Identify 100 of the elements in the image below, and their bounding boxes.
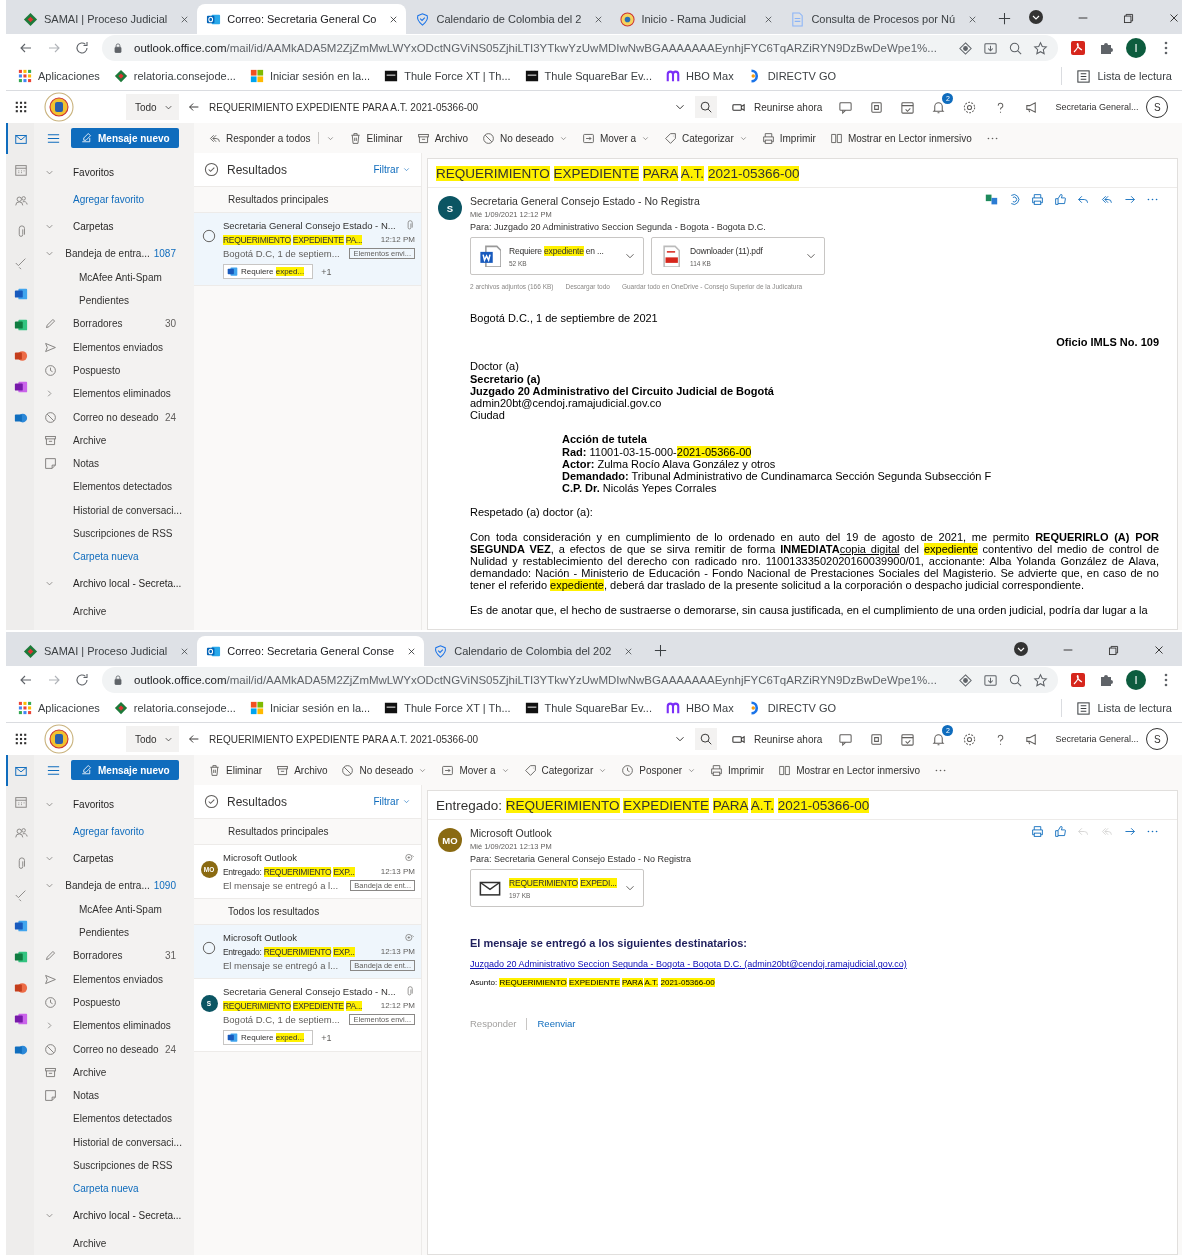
section-header[interactable]: Favoritos bbox=[34, 789, 194, 820]
reload-icon[interactable] bbox=[74, 672, 90, 688]
app-launcher-icon[interactable] bbox=[14, 100, 28, 114]
settings-icon[interactable] bbox=[962, 99, 978, 115]
restore-icon[interactable] bbox=[1122, 12, 1136, 25]
folder-item[interactable]: Elementos enviados bbox=[34, 967, 194, 991]
folder-item[interactable]: Historial de conversaci... bbox=[34, 498, 194, 522]
search-field[interactable]: REQUERIMIENTO EXPEDIENTE PARA A.T. 2021-05366-00 bbox=[179, 726, 717, 752]
browser-tab[interactable]: Correo: Secretaria General Conse bbox=[197, 636, 425, 666]
printer-icon[interactable] bbox=[1031, 193, 1044, 206]
install-icon[interactable] bbox=[983, 40, 998, 56]
bookmark-link[interactable]: Aplicaciones bbox=[18, 69, 100, 83]
calendar-check-icon[interactable] bbox=[900, 99, 916, 115]
loop-icon[interactable] bbox=[1008, 193, 1021, 206]
bell-icon[interactable] bbox=[931, 731, 947, 747]
star-icon[interactable] bbox=[1033, 672, 1048, 688]
bookmark-link[interactable]: DIRECTV GO bbox=[747, 701, 837, 715]
bell-icon[interactable] bbox=[931, 99, 947, 115]
chat-icon[interactable] bbox=[838, 99, 854, 115]
folder-link[interactable]: Agregar favorito bbox=[34, 188, 194, 212]
bookmark-link[interactable]: Iniciar sesión en la... bbox=[249, 701, 371, 715]
forward-icon[interactable] bbox=[1123, 825, 1136, 838]
folder-item[interactable]: Correo no deseado 24 bbox=[34, 1037, 194, 1061]
new-message-button[interactable]: Mensaje nuevo bbox=[71, 128, 179, 148]
calendar-check-icon[interactable] bbox=[900, 731, 916, 747]
bookmark-link[interactable]: Thule SquareBar Ev... bbox=[524, 69, 652, 83]
back-arrow-icon[interactable] bbox=[187, 100, 201, 114]
reply-all-button[interactable]: Responder a todos bbox=[208, 131, 335, 145]
meet-now-button[interactable]: Reunirse ahora bbox=[731, 99, 823, 115]
bookmark-link[interactable]: Thule Force XT | Th... bbox=[384, 69, 511, 83]
pdf-icon[interactable] bbox=[1070, 672, 1086, 688]
folder-item[interactable]: Borradores 30 bbox=[34, 312, 194, 336]
filter-button[interactable]: Filtrar bbox=[373, 796, 411, 807]
folder-item[interactable]: Suscripciones de RSS bbox=[34, 1153, 194, 1178]
print-button[interactable]: Imprimir bbox=[710, 763, 765, 777]
office-icon[interactable] bbox=[869, 731, 885, 747]
scope-dropdown[interactable]: Todo bbox=[126, 94, 179, 120]
folder-item[interactable]: Notas bbox=[34, 451, 194, 476]
new-message-button[interactable]: Mensaje nuevo bbox=[71, 760, 179, 780]
folder-item[interactable]: Notas bbox=[34, 1083, 194, 1108]
back-arrow-icon[interactable] bbox=[187, 732, 201, 746]
address-bar[interactable]: outlook.office.com/mail/id/AAMkADA5M2ZjZmMwLWYxODctNGViNS05ZjhiLTI3YTkwYzUwMDIwNwBGAAAAAAAEynhjFYC6TqARZiRYN9DzBwDeWpe1%... bbox=[102, 35, 1058, 61]
bookmark-link[interactable]: Iniciar sesión en la... bbox=[249, 69, 371, 83]
bookmark-link[interactable]: Thule Force XT | Th... bbox=[384, 701, 511, 715]
install-icon[interactable] bbox=[983, 672, 998, 688]
profile-avatar[interactable]: I bbox=[1126, 670, 1146, 690]
delete-button[interactable]: Eliminar bbox=[208, 763, 263, 777]
thumbs-up-icon[interactable] bbox=[1054, 825, 1067, 838]
browser-tab[interactable]: SAMAI | Proceso Judicial bbox=[14, 4, 198, 34]
print-button[interactable]: Imprimir bbox=[761, 131, 816, 145]
folder-item[interactable]: Correo no deseado 24 bbox=[34, 405, 194, 429]
folder-item[interactable]: Bandeja de entra... 1090 bbox=[34, 874, 194, 898]
bookmark-link[interactable]: relatoria.consejode... bbox=[113, 69, 236, 83]
folder-item[interactable]: Historial de conversaci... bbox=[34, 1130, 194, 1154]
search-button[interactable] bbox=[695, 728, 717, 750]
radio-button-icon[interactable] bbox=[202, 229, 216, 243]
folder-link[interactable]: Agregar favorito bbox=[34, 820, 194, 844]
folder-item[interactable]: Archive bbox=[34, 1231, 194, 1255]
pdf-icon[interactable] bbox=[1070, 40, 1086, 56]
browser-tab[interactable]: Calendario de Colombia del 2 bbox=[406, 4, 612, 34]
bookmark-link[interactable]: HBO Max bbox=[665, 69, 734, 83]
meet-now-button[interactable]: Reunirse ahora bbox=[731, 731, 823, 747]
bookmark-link[interactable]: Thule SquareBar Ev... bbox=[524, 701, 652, 715]
reply-all-icon[interactable] bbox=[1100, 193, 1113, 206]
profile-avatar[interactable]: I bbox=[1126, 38, 1146, 58]
junk-button[interactable]: No deseado bbox=[482, 131, 568, 145]
folder-item[interactable]: McAfee Anti-Spam bbox=[34, 897, 194, 921]
forward-link[interactable]: Reenviar bbox=[537, 1018, 576, 1030]
folder-item[interactable]: Suscripciones de RSS bbox=[34, 521, 194, 546]
browser-tab[interactable]: Correo: Secretaria General Co bbox=[197, 4, 407, 34]
magnifier-icon[interactable] bbox=[1008, 672, 1023, 688]
browser-tab[interactable]: Calendario de Colombia del 202 bbox=[424, 636, 642, 666]
magnifier-icon[interactable] bbox=[1008, 40, 1023, 56]
folder-item[interactable]: Pendientes bbox=[34, 288, 194, 313]
folder-item[interactable]: Pendientes bbox=[34, 920, 194, 945]
plus-icon[interactable] bbox=[997, 11, 1013, 26]
diamond-eye-icon[interactable] bbox=[958, 40, 973, 56]
recipient-link[interactable]: Juzgado 20 Administrativo Seccion Segunda - Bogota - Bogota D.C. (admin20bt@cendoj.ramajudicial.gov.co) bbox=[470, 958, 1159, 971]
bookmark-link[interactable]: DIRECTV GO bbox=[747, 69, 837, 83]
attachment-chip[interactable]: Requiere exped... bbox=[223, 264, 314, 279]
folder-item[interactable]: Elementos detectados bbox=[34, 1107, 194, 1131]
section-header[interactable]: Archivo local - Secreta... bbox=[34, 1200, 194, 1232]
section-header[interactable]: Favoritos bbox=[34, 157, 194, 188]
folder-item[interactable]: Archive bbox=[34, 599, 194, 623]
browser-tab[interactable]: Inicio - Rama Judicial bbox=[611, 4, 782, 34]
chat-icon[interactable] bbox=[838, 731, 854, 747]
filter-button[interactable]: Filtrar bbox=[373, 164, 411, 175]
categorize-button[interactable]: Categorizar bbox=[523, 763, 608, 777]
attachment-chip[interactable]: Requiere exped... bbox=[223, 1030, 314, 1045]
reload-icon[interactable] bbox=[74, 40, 90, 56]
restore-icon[interactable] bbox=[1107, 644, 1120, 657]
account-name[interactable]: Secretaria General... bbox=[1055, 734, 1139, 744]
delete-button[interactable]: Eliminar bbox=[348, 131, 403, 145]
section-header[interactable]: Carpetas bbox=[34, 211, 194, 243]
select-all-icon[interactable] bbox=[204, 794, 219, 809]
reading-list-button[interactable]: Lista de lectura bbox=[1076, 68, 1172, 84]
section-header[interactable]: Archivo local - Secreta... bbox=[34, 568, 194, 600]
folder-item[interactable]: Archive bbox=[34, 428, 194, 452]
browser-tab[interactable]: SAMAI | Proceso Judicial bbox=[14, 636, 198, 666]
diamond-eye-icon[interactable] bbox=[958, 672, 973, 688]
